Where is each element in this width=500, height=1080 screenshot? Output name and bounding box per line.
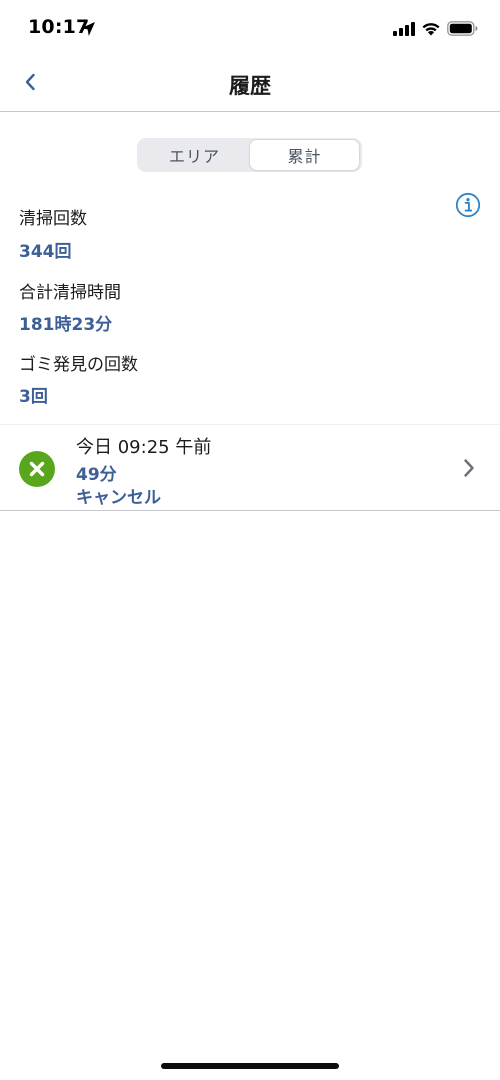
close-circle-icon xyxy=(19,451,55,487)
segment-cumulative[interactable]: 累計 xyxy=(250,140,359,170)
history-date: 今日 09:25 午前 xyxy=(76,437,212,458)
chevron-right-icon xyxy=(464,459,474,477)
page-title: 履歴 xyxy=(229,74,271,98)
home-indicator[interactable] xyxy=(161,1063,339,1069)
history-duration: 49分 xyxy=(76,465,117,485)
dirt-found-value: 3回 xyxy=(19,387,48,407)
location-arrow-icon xyxy=(81,22,95,36)
cleanings-count-label: 清掃回数 xyxy=(19,209,87,229)
total-time-label: 合計清掃時間 xyxy=(19,283,121,303)
history-status: キャンセル xyxy=(76,488,161,508)
info-icon[interactable] xyxy=(455,192,481,218)
total-time-value: 181時23分 xyxy=(19,315,113,335)
status-bar: 10:17 xyxy=(0,0,500,56)
wifi-icon xyxy=(422,23,440,36)
dirt-found-label: ゴミ発見の回数 xyxy=(19,355,138,375)
cleanings-count-value: 344回 xyxy=(19,242,72,262)
segment-area[interactable]: エリア xyxy=(140,140,249,170)
cellular-signal-icon xyxy=(393,22,415,36)
history-list-item[interactable]: 今日 09:25 午前 49分 キャンセル xyxy=(0,425,500,511)
navigation-bar: 履歴 xyxy=(0,56,500,112)
battery-icon xyxy=(447,21,478,36)
view-segmented-control: エリア 累計 xyxy=(137,138,362,172)
